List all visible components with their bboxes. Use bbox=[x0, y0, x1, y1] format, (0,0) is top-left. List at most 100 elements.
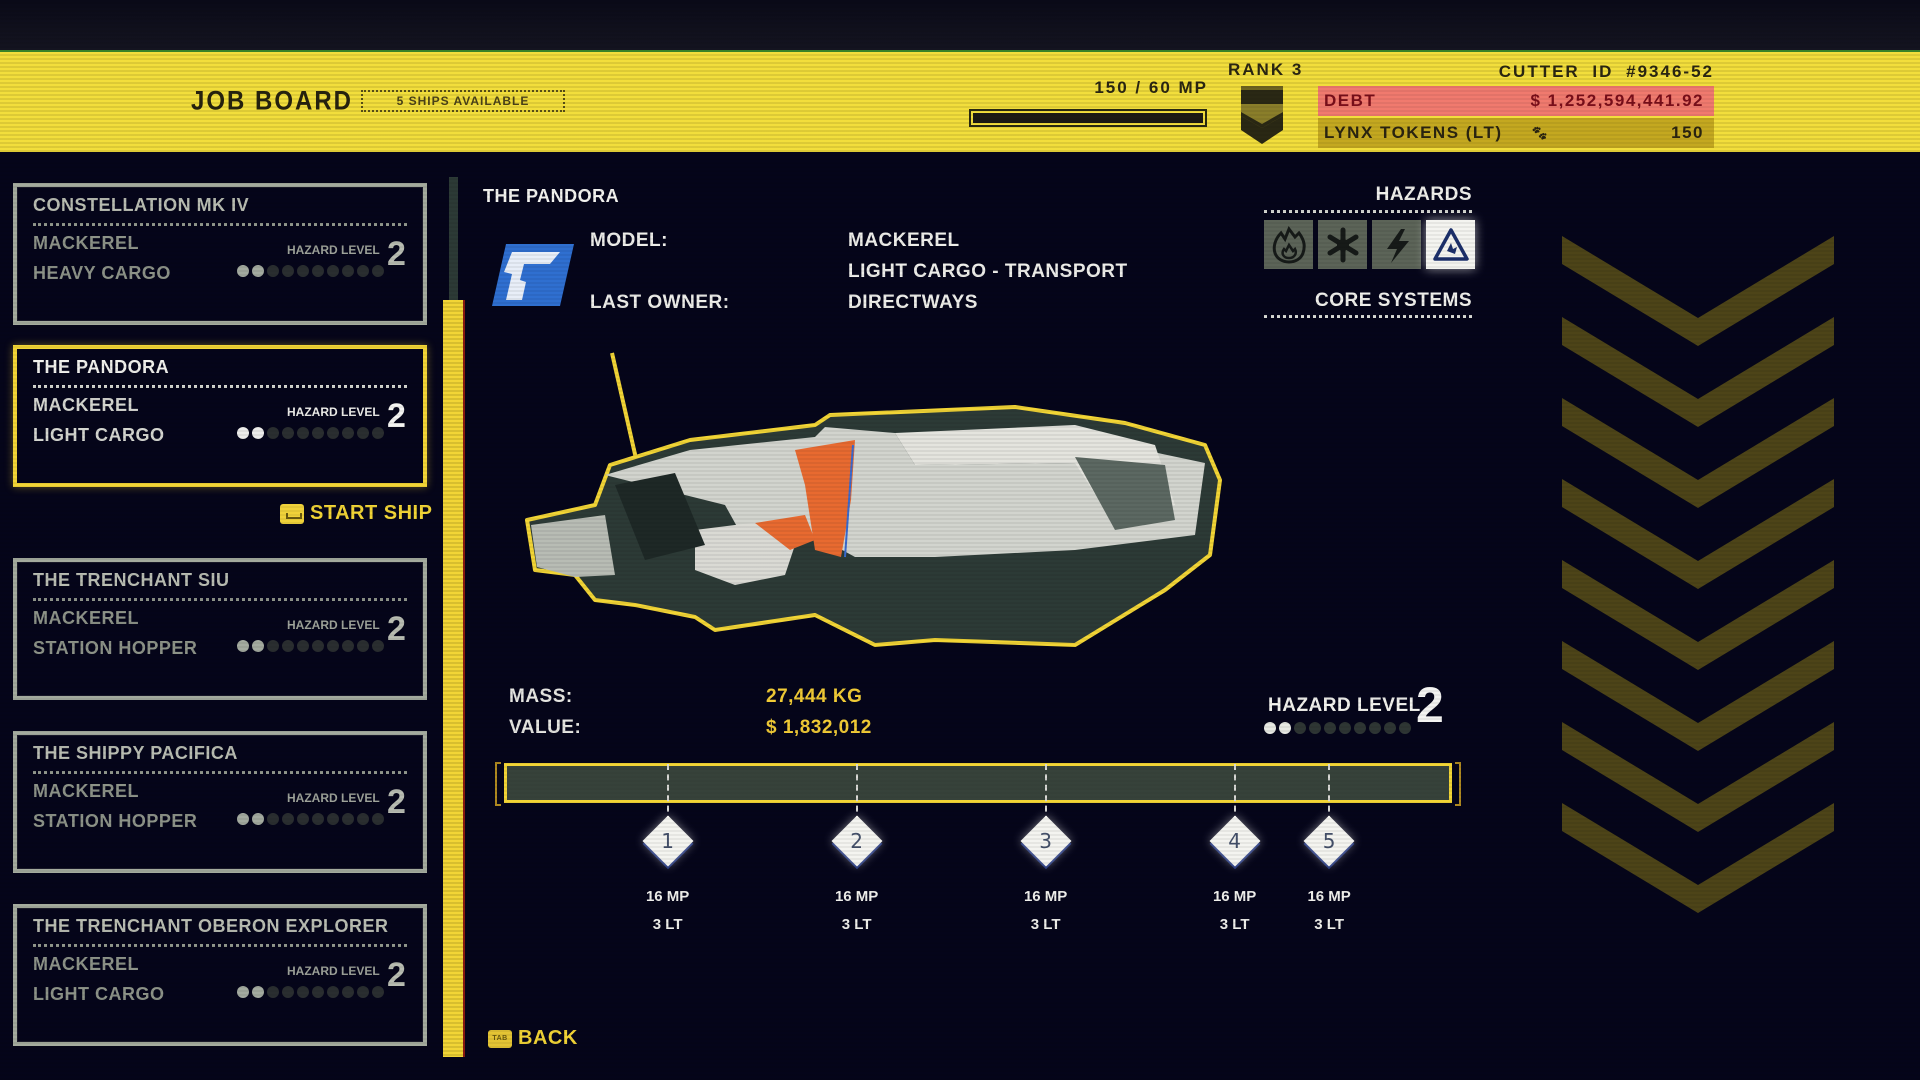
ship-class: LIGHT CARGO bbox=[33, 984, 165, 1004]
hazard-dot-filled bbox=[237, 813, 249, 825]
milestone-number: 4 bbox=[1228, 829, 1241, 853]
hazard-dot-empty bbox=[327, 265, 339, 277]
hazard-level-label: HAZARD LEVEL bbox=[287, 791, 380, 805]
milestone-number: 3 bbox=[1039, 829, 1052, 853]
ship-render bbox=[525, 352, 1222, 647]
divider bbox=[33, 944, 407, 947]
hazard-dot-empty bbox=[297, 813, 309, 825]
milestone-mp: 16 MP bbox=[1212, 888, 1257, 905]
hazard-dot-empty bbox=[372, 265, 384, 277]
hazard-dot-empty bbox=[327, 986, 339, 998]
milestone-number: 5 bbox=[1322, 829, 1336, 853]
rank-chevron-icon bbox=[1241, 86, 1283, 144]
ship-model: MACKEREL bbox=[33, 233, 139, 253]
hazard-dot-empty bbox=[267, 640, 279, 652]
hazard-dot-filled bbox=[252, 986, 264, 998]
hazard-dot-empty bbox=[357, 265, 369, 277]
ship-card[interactable]: THE TRENCHANT OBERON EXPLORER MACKEREL L… bbox=[13, 904, 427, 1046]
hazard-dot-empty bbox=[327, 640, 339, 652]
list-scrollbar-thumb[interactable] bbox=[443, 300, 465, 1057]
mp-progress-fill bbox=[973, 113, 1203, 123]
hazard-level-label: HAZARD LEVEL bbox=[287, 618, 380, 632]
debt-label: DEBT bbox=[1324, 91, 1377, 110]
hazard-level-label: HAZARD LEVEL bbox=[287, 405, 380, 419]
hazard-dot-filled bbox=[237, 427, 249, 439]
header-bar: JOB BOARD 5 SHIPS AVAILABLE 150 / 60 MP … bbox=[0, 50, 1920, 152]
top-backdrop bbox=[0, 0, 1920, 50]
milestone-lt: 3 LT bbox=[1314, 916, 1344, 933]
ship-model: MACKEREL bbox=[33, 608, 139, 628]
hazard-level-label: HAZARD LEVEL bbox=[287, 243, 380, 257]
hazard-dot-empty bbox=[372, 813, 384, 825]
hazard-dot-empty bbox=[297, 640, 309, 652]
hazard-dot-empty bbox=[342, 427, 354, 439]
hazard-dot-empty bbox=[327, 813, 339, 825]
hazard-level-value: 2 bbox=[387, 956, 406, 994]
hazard-dot-filled bbox=[237, 640, 249, 652]
ship-card-selected[interactable]: THE PANDORA MACKEREL LIGHT CARGO HAZARD … bbox=[13, 345, 427, 487]
milestone-number: 2 bbox=[850, 829, 863, 853]
debt-value: $ 1,252,594,441.92 bbox=[1530, 91, 1704, 110]
hazard-dot-empty bbox=[342, 986, 354, 998]
back-button[interactable]: TAB BACK bbox=[488, 1027, 578, 1050]
divider bbox=[33, 598, 407, 601]
divider bbox=[33, 771, 407, 774]
hazard-dot-empty bbox=[312, 986, 324, 998]
hazard-dot-empty bbox=[282, 265, 294, 277]
model-label: MODEL: bbox=[590, 230, 668, 251]
milestone-lt: 3 LT bbox=[841, 916, 872, 933]
electric-icon[interactable] bbox=[1372, 220, 1421, 269]
hazard-dot-empty bbox=[282, 813, 294, 825]
hazard-dot-empty bbox=[1294, 722, 1306, 734]
hazard-dots bbox=[237, 813, 384, 825]
hazard-dots bbox=[237, 986, 384, 998]
ship-name: THE PANDORA bbox=[33, 357, 170, 377]
hazard-dot-empty bbox=[282, 427, 294, 439]
divider bbox=[1264, 315, 1472, 318]
hazard-dot-empty bbox=[267, 265, 279, 277]
milestone-mp: 16 MP bbox=[1307, 888, 1351, 905]
hazard-dot-empty bbox=[1384, 722, 1396, 734]
milestone-tick bbox=[1233, 764, 1236, 822]
divider bbox=[1264, 210, 1472, 213]
hazard-dot-filled bbox=[1279, 722, 1291, 734]
hazard-dot-empty bbox=[297, 265, 309, 277]
start-ship-button[interactable]: START SHIP bbox=[280, 502, 432, 525]
model-subtype: LIGHT CARGO - TRANSPORT bbox=[848, 261, 1128, 282]
tokens-label: LYNX TOKENS (LT) bbox=[1324, 123, 1503, 142]
mass-label: MASS: bbox=[509, 686, 573, 707]
hazard-level-value: 2 bbox=[387, 610, 406, 648]
hazard-dot-empty bbox=[282, 640, 294, 652]
hazard-level-value: 2 bbox=[1416, 677, 1444, 733]
ship-card[interactable]: THE TRENCHANT SIU MACKEREL STATION HOPPE… bbox=[13, 558, 427, 700]
hazard-dot-empty bbox=[267, 427, 279, 439]
ship-model: MACKEREL bbox=[33, 781, 139, 801]
chevron-stripe bbox=[1562, 236, 1834, 346]
ship-class: STATION HOPPER bbox=[33, 811, 198, 831]
ship-card[interactable]: CONSTELLATION MK IV MACKEREL HEAVY CARGO… bbox=[13, 183, 427, 325]
hazard-dot-empty bbox=[327, 427, 339, 439]
hazard-dot-empty bbox=[342, 265, 354, 277]
divider bbox=[33, 223, 407, 226]
hazard-dot-empty bbox=[372, 427, 384, 439]
page-title: JOB BOARD bbox=[191, 86, 354, 117]
warning-explosive-icon[interactable] bbox=[1426, 220, 1475, 269]
cold-icon[interactable] bbox=[1318, 220, 1367, 269]
fire-icon[interactable] bbox=[1264, 220, 1313, 269]
hazard-dot-empty bbox=[312, 265, 324, 277]
start-ship-label: START SHIP bbox=[310, 502, 433, 524]
ship-card[interactable]: THE SHIPPY PACIFICA MACKEREL STATION HOP… bbox=[13, 731, 427, 873]
hazard-dot-empty bbox=[282, 986, 294, 998]
tokens-value: 150 bbox=[1671, 123, 1704, 142]
value-value: $ 1,832,012 bbox=[766, 717, 872, 738]
hazard-dot-empty bbox=[297, 427, 309, 439]
hazard-dot-empty bbox=[1309, 722, 1321, 734]
milestone-mp: 16 MP bbox=[1023, 888, 1068, 905]
lynx-tokens-row: LYNX TOKENS (LT) 🐾︎ 150 bbox=[1318, 118, 1714, 148]
milestone-tick bbox=[1044, 764, 1047, 822]
hazard-dot-empty bbox=[1369, 722, 1381, 734]
bracket-right bbox=[1455, 762, 1461, 806]
last-owner-label: LAST OWNER: bbox=[590, 292, 730, 313]
ship-name: THE TRENCHANT SIU bbox=[33, 570, 230, 590]
hazard-dots bbox=[1264, 722, 1411, 734]
